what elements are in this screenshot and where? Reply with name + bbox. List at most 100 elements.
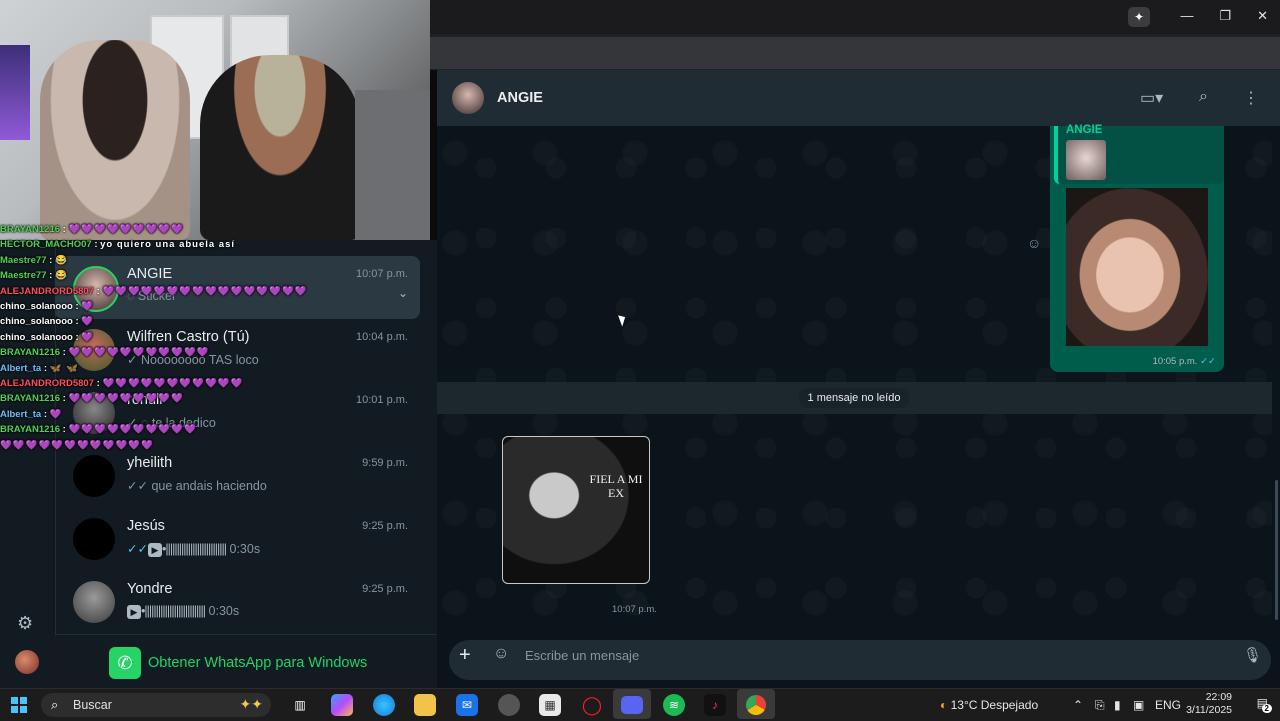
minimize-icon[interactable]: —: [1180, 8, 1193, 24]
close-icon[interactable]: ✕: [1257, 8, 1268, 24]
address-bar[interactable]: ⇩ ☆ ◉ ⧉ ▭ L ⋮: [430, 37, 1280, 97]
chat-time: 9:25 p.m.: [362, 520, 408, 532]
windows-start-icon[interactable]: [11, 697, 27, 713]
discord-icon[interactable]: [613, 689, 651, 719]
edge-icon[interactable]: [373, 694, 395, 716]
avatar: [73, 518, 115, 560]
streamer-person: [200, 55, 360, 240]
notifications-icon[interactable]: ▤ 2: [1257, 696, 1272, 713]
tiktok-icon[interactable]: ♪: [704, 694, 726, 716]
stream-chat-message: 💜💜💜💜💜💜💜💜💜: [68, 393, 184, 405]
spotify-icon[interactable]: ≋: [663, 694, 685, 716]
stream-chat-line: Albert_ta : 💜: [0, 408, 63, 420]
obs-icon[interactable]: [498, 694, 520, 716]
profile-avatar[interactable]: [15, 650, 39, 674]
stream-chat-line: chino_solanooo : 💜: [0, 316, 95, 328]
copilot-icon[interactable]: [331, 694, 353, 716]
store-icon[interactable]: ▦: [539, 694, 561, 716]
file-explorer-icon[interactable]: [414, 694, 436, 716]
stream-chat-message: 💜: [49, 408, 63, 420]
search-icon[interactable]: ⌕: [1199, 88, 1208, 106]
unread-divider: 1 mensaje no leído: [437, 382, 1272, 414]
stream-chat-user: chino_solanooo: [0, 331, 73, 343]
stream-chat-user: chino_solanooo: [0, 316, 73, 328]
sticker-icon[interactable]: ☺: [493, 645, 509, 663]
webcam-overlay: [0, 0, 430, 240]
quoted-message[interactable]: ANGIE: [1054, 124, 1224, 184]
outgoing-message[interactable]: ANGIE 10:05 p.m. ✓✓: [1050, 124, 1224, 372]
chat-name: Yondre: [127, 581, 173, 597]
chat-item-yondre[interactable]: Yondre 9:25 p.m. ▶ •|||||||||||||||||||||…: [55, 571, 420, 634]
tray-chevron-icon[interactable]: ⌃: [1073, 689, 1083, 721]
compose-bar: + ☺ Escribe un mensaje 🎙: [437, 634, 1280, 688]
double-check-icon: ✓✓: [127, 479, 148, 493]
opera-icon[interactable]: ◯: [581, 694, 603, 716]
stream-chat-line: chino_solanooo : 💜: [0, 331, 95, 343]
chat-time: 9:25 p.m.: [362, 583, 408, 595]
bed: [355, 90, 430, 240]
emoji-reaction-icon[interactable]: ☺: [1027, 235, 1041, 251]
mail-icon[interactable]: ✉: [456, 694, 478, 716]
mic-icon[interactable]: ▮: [1114, 689, 1121, 721]
stream-chat-user: BRAYAN1216: [0, 424, 61, 436]
sparkle-icon[interactable]: ✦: [1128, 7, 1150, 27]
stream-chat-user: Albert_ta: [0, 362, 42, 374]
message-placeholder[interactable]: Escribe un mensaje: [525, 648, 639, 663]
chat-time: 10:04 p.m.: [356, 331, 408, 343]
stream-chat-message: yo quiero una abuela así: [100, 239, 236, 251]
language-indicator[interactable]: ENG: [1155, 689, 1181, 721]
browser-frame: ✦ — ❐ ✕ ⇩ ☆ ◉ ⧉ ▭ L ⋮: [430, 0, 1280, 97]
contact-name[interactable]: ANGIE: [497, 90, 543, 106]
play-icon: ▶: [127, 604, 141, 619]
get-whatsapp-banner[interactable]: ✆ Obtener WhatsApp para Windows: [55, 634, 437, 689]
quoted-thumbnail: [1066, 140, 1106, 180]
chat-item-jesus[interactable]: Jesús 9:25 p.m. ✓✓ ▶ •||||||||||||||||||||…: [55, 508, 420, 571]
maximize-icon[interactable]: ❐: [1219, 8, 1231, 24]
display-icon[interactable]: ▣: [1133, 689, 1144, 721]
chrome-icon[interactable]: [737, 689, 775, 719]
stream-chat-line: Maestre77 : 😂: [0, 270, 68, 282]
avatar: [73, 455, 115, 497]
windows-taskbar: ⌕ Buscar ✦✦ ▥ ✉ ▦ ◯ ≋ ♪ ◐ 13°C Despejado…: [0, 688, 1280, 721]
streamer-person: [40, 40, 190, 240]
stream-chat-line: BRAYAN1216 : 💜💜💜💜💜💜💜💜💜💜: [0, 424, 197, 436]
chat-time: 10:07 p.m.: [356, 268, 408, 280]
stream-chat-user: BRAYAN1216: [0, 224, 61, 235]
get-whatsapp-label: Obtener WhatsApp para Windows: [148, 655, 368, 671]
video-call-icon[interactable]: ▭▾: [1140, 88, 1163, 108]
stream-chat-line: BRAYAN1216 : 💜💜💜💜💜💜💜💜💜💜💜: [0, 347, 210, 359]
stream-chat-message: 💜💜💜💜💜💜💜💜💜💜: [68, 424, 197, 436]
stream-chat-line: 💜💜💜💜💜💜💜💜💜💜💜💜: [0, 438, 300, 453]
double-check-icon: ✓✓: [127, 542, 148, 556]
conversation-header[interactable]: ANGIE ▭▾ ⌕ ⋮: [437, 70, 1280, 126]
stream-chat-user: Maestre77: [0, 254, 47, 266]
task-view-icon[interactable]: ▥: [289, 694, 311, 716]
stream-chat-message: 💜💜💜💜💜💜💜💜💜💜💜💜💜💜💜💜: [102, 285, 308, 297]
clock-date: 3/11/2025: [1186, 704, 1232, 716]
chat-preview: ✓✓ ▶ •||||||||||||||||||||||||||| 0:30s: [127, 541, 260, 557]
stream-chat-message: 😂: [54, 254, 68, 266]
attach-plus-icon[interactable]: +: [459, 644, 471, 667]
tab-strip: ✦ — ❐ ✕: [430, 0, 1280, 34]
stream-chat-user: chino_solanooo: [0, 301, 73, 313]
taskbar-search[interactable]: ⌕ Buscar ✦✦: [41, 693, 271, 717]
sticker-message[interactable]: FIEL A MI EX: [502, 436, 650, 584]
settings-gear-icon[interactable]: ⚙: [17, 613, 33, 634]
menu-dots-icon[interactable]: ⋮: [1243, 88, 1259, 108]
search-label: Buscar: [73, 698, 112, 712]
stream-chat-user: HECTOR_MACHO07: [0, 239, 92, 251]
weather-widget[interactable]: ◐ 13°C Despejado: [940, 689, 1038, 721]
stream-chat-line: BRAYAN1216 : 💜💜💜💜💜💜💜💜💜: [0, 224, 184, 235]
chat-time: 10:01 p.m.: [356, 394, 408, 406]
photo-attachment[interactable]: [1066, 188, 1208, 346]
audio-duration: 0:30s: [208, 604, 240, 618]
contact-avatar[interactable]: [452, 82, 484, 114]
microphone-icon[interactable]: 🎙: [1243, 646, 1262, 664]
avatar: [73, 581, 115, 623]
system-clock[interactable]: 22:09 3/11/2025: [1186, 691, 1232, 717]
chat-item-yheilith[interactable]: yheilith 9:59 p.m. ✓✓ que andais haciend…: [55, 445, 420, 508]
chevron-down-icon[interactable]: ⌄: [398, 286, 408, 300]
scrollbar[interactable]: [1275, 480, 1278, 620]
network-icon[interactable]: ⎘: [1095, 689, 1105, 721]
conversation-panel: ANGIE ▭▾ ⌕ ⋮ ☺ ANGIE 10:05 p.m. ✓✓ 1 men…: [437, 70, 1280, 688]
